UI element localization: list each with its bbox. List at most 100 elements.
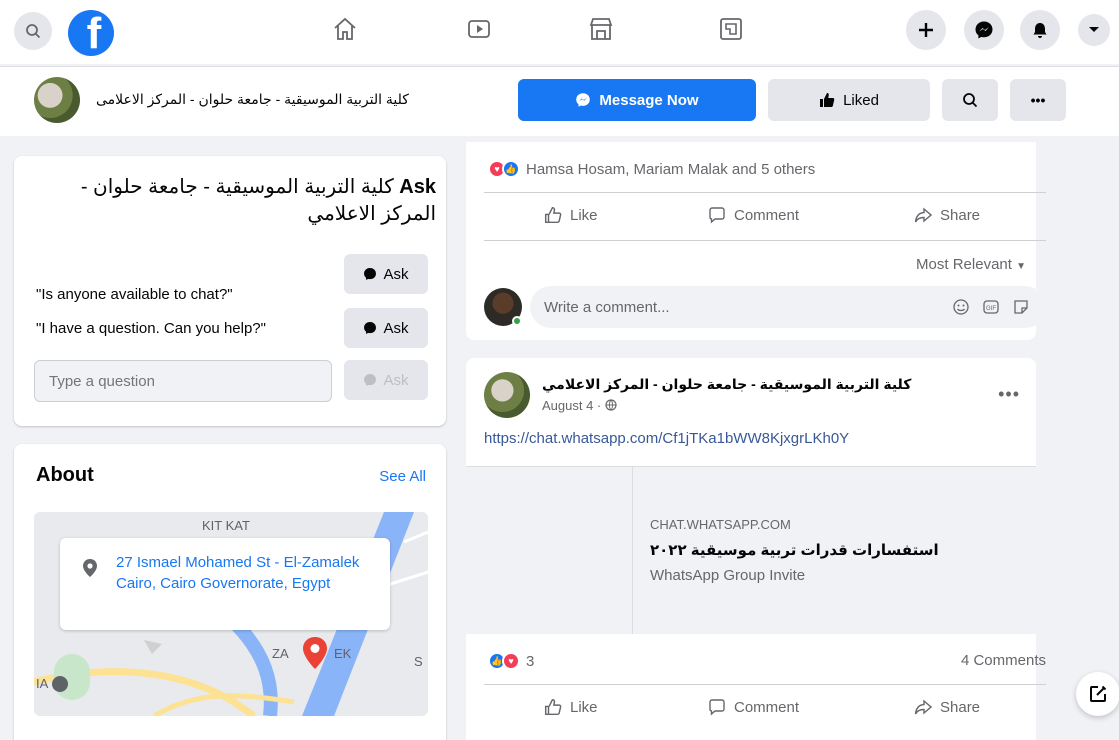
post-date[interactable]: August 4 · [542, 398, 617, 413]
love-reaction-icon: ♥ [502, 652, 520, 670]
suggested-question-1: "Is anyone available to chat?" [36, 286, 233, 303]
post-author-avatar[interactable] [484, 372, 530, 418]
like-label: Like [570, 698, 598, 716]
globe-icon [605, 399, 617, 411]
see-all-link[interactable]: See All [379, 468, 426, 485]
caret-down-icon: ▼ [1016, 261, 1026, 272]
share-button[interactable]: Share [914, 206, 980, 224]
post-options-icon[interactable]: ••• [998, 384, 1020, 405]
map-label-zamalek-right: EK [334, 646, 352, 661]
reaction-names: Hamsa Hosam, Mariam Malak and 5 others [526, 160, 816, 178]
map-label-ia: IA [36, 676, 49, 691]
map-label-zamalek-left: ZA [272, 646, 289, 661]
svg-text:GIF: GIF [986, 306, 996, 312]
like-button[interactable]: Like [544, 206, 598, 224]
watch-icon[interactable] [464, 14, 494, 44]
like-button[interactable]: Like [544, 698, 598, 716]
preview-domain: CHAT.WHATSAPP.COM [650, 517, 791, 532]
share-label: Share [940, 698, 981, 716]
post-date-text: August 4 · [542, 398, 605, 413]
divider [484, 192, 1046, 193]
divider [484, 240, 1046, 241]
ask-title-rest: كلية التربية الموسيقية - جامعة حلوان - ا… [80, 176, 436, 225]
messenger-icon [364, 374, 377, 386]
comments-count[interactable]: 4 Comments [961, 652, 1046, 669]
reaction-summary[interactable]: ♥ 👍 Hamsa Hosam, Mariam Malak and 5 othe… [488, 160, 815, 178]
link-preview[interactable]: CHAT.WHATSAPP.COM استفسارات قدرات تربية … [466, 466, 1036, 635]
page-header: كلية التربية الموسيقية - جامعة حلوان - ا… [0, 66, 1119, 136]
address-link[interactable]: 27 Ismael Mohamed St - El-Zamalek Cairo,… [116, 552, 376, 594]
top-navigation: f [0, 0, 1119, 64]
account-menu-icon[interactable] [1078, 14, 1110, 46]
ask-title-bold: Ask [399, 176, 436, 198]
ask-submit-button[interactable]: Ask [344, 360, 428, 400]
suggested-question-2: "I have a question. Can you help?" [36, 320, 266, 337]
comment-label: Comment [734, 698, 800, 716]
comment-input[interactable]: Write a comment... GIF [530, 286, 1046, 328]
divider [484, 684, 1046, 685]
post-2: كلية التربية الموسيقية - جامعة حلوان - ا… [466, 358, 1036, 466]
sort-label: Most Relevant [916, 256, 1012, 273]
search-icon[interactable] [14, 12, 52, 50]
share-label: Share [940, 206, 981, 224]
sort-comments-dropdown[interactable]: Most Relevant ▼ [916, 256, 1026, 273]
location-icon [83, 559, 97, 577]
share-icon [914, 699, 932, 715]
share-icon [914, 207, 932, 223]
create-icon[interactable] [906, 10, 946, 50]
comment-button[interactable]: Comment [708, 206, 799, 224]
comment-tools: GIF [952, 298, 1030, 316]
liked-label: Liked [843, 91, 879, 109]
home-icon[interactable] [330, 14, 360, 44]
post-1: ♥ 👍 Hamsa Hosam, Mariam Malak and 5 othe… [466, 142, 1046, 340]
map-info-icon [52, 676, 68, 692]
like-label: Like [570, 206, 598, 224]
ask-button-1[interactable]: Ask [344, 254, 428, 294]
about-title: About [36, 464, 94, 486]
ask-card: Ask كلية التربية الموسيقية - جامعة حلوان… [14, 156, 446, 426]
page-search-button[interactable] [942, 79, 998, 121]
location-map[interactable]: KIT KAT ZA EK S IA 27 Ismael Mohamed St … [34, 512, 428, 716]
message-now-label: Message Now [599, 91, 699, 109]
new-message-button[interactable] [1076, 672, 1119, 716]
preview-title: استفسارات قدرات تربية موسيقية ٢٠٢٢ [650, 542, 939, 559]
sticker-icon[interactable] [1012, 298, 1030, 316]
post-author-name[interactable]: كلية التربية الموسيقية - جامعة حلوان - ا… [542, 376, 911, 393]
more-options-button[interactable]: ••• [1010, 79, 1066, 121]
post-2-footer: 👍 ♥ 3 4 Comments Like Comment Share [466, 634, 1046, 740]
comment-icon [709, 207, 725, 224]
gif-icon[interactable]: GIF [982, 298, 1000, 316]
facebook-logo[interactable]: f [68, 10, 114, 56]
marketplace-icon[interactable] [586, 14, 616, 44]
ask-button-2[interactable]: Ask [344, 308, 428, 348]
messenger-icon[interactable] [964, 10, 1004, 50]
comment-button[interactable]: Comment [708, 698, 799, 716]
messenger-icon [364, 268, 377, 280]
share-button[interactable]: Share [914, 698, 980, 716]
page-avatar[interactable] [34, 77, 80, 123]
gaming-icon[interactable] [716, 14, 746, 44]
page-title: كلية التربية الموسيقية - جامعة حلوان - ا… [96, 91, 409, 107]
comment-icon [709, 699, 725, 716]
search-icon [963, 93, 978, 108]
preview-divider [632, 467, 633, 635]
question-input[interactable] [34, 360, 332, 402]
map-label-s: S [414, 654, 423, 669]
compose-icon [1090, 685, 1107, 702]
ask-button-label: Ask [383, 265, 409, 283]
post-link[interactable]: https://chat.whatsapp.com/Cf1jTKa1bWW8Kj… [484, 430, 849, 447]
notifications-icon[interactable] [1020, 10, 1060, 50]
like-reaction-icon: 👍 [502, 160, 520, 178]
messenger-icon [576, 93, 591, 107]
emoji-icon[interactable] [952, 298, 970, 316]
reaction-summary[interactable]: 👍 ♥ 3 [488, 652, 534, 670]
thumbs-up-icon [544, 206, 562, 224]
message-now-button[interactable]: Message Now [518, 79, 756, 121]
comment-placeholder: Write a comment... [544, 298, 670, 316]
online-status-dot [512, 316, 522, 326]
messenger-icon [364, 322, 377, 334]
liked-button[interactable]: Liked [768, 79, 930, 121]
thumbs-up-icon [820, 93, 835, 107]
location-pin-icon [303, 637, 327, 669]
thumbs-up-icon [544, 698, 562, 716]
